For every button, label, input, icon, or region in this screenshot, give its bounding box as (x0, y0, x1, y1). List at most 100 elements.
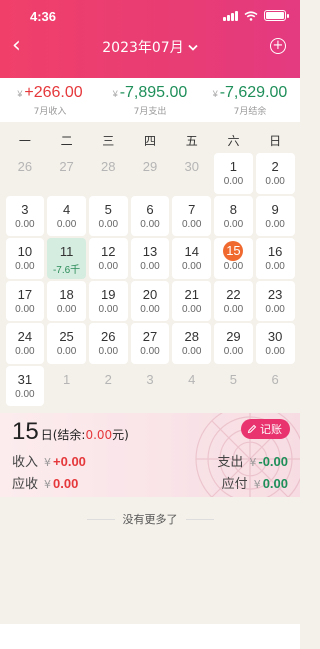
calendar-day[interactable]: 12 0.00 (88, 238, 128, 279)
day-number: 3 (21, 201, 29, 217)
day-number: 28 (101, 159, 116, 174)
calendar-day[interactable]: 18 0.00 (47, 280, 86, 321)
calendar-day[interactable]: 2 (89, 366, 128, 407)
month-selector[interactable]: 2023年07月 (102, 37, 198, 57)
calendar-day[interactable]: 6 (256, 366, 295, 407)
calendar-day[interactable]: 31 0.00 (5, 365, 45, 406)
day-number: 19 (101, 286, 116, 302)
day-number: 30 (267, 329, 283, 344)
receivable-value: 0.00 (53, 475, 79, 491)
calendar-day[interactable]: 19 0.00 (88, 280, 128, 321)
day-number: 17 (17, 286, 33, 302)
detail-day: 15 (12, 418, 39, 445)
calendar-day[interactable]: 8 0.00 (214, 195, 253, 236)
calendar-day[interactable]: 5 (214, 366, 253, 407)
bottom-bar (0, 624, 300, 649)
day-amount: 0.00 (15, 261, 35, 272)
calendar-day[interactable]: 27 (47, 153, 86, 194)
day-number: 6 (146, 201, 154, 217)
month-summary: ¥ +266.00 7月收入 ¥ -7,895.00 7月支出 ¥ -7,629.00… (0, 78, 300, 122)
day-number: 29 (226, 329, 241, 344)
currency-symbol: ¥ (17, 88, 23, 99)
calendar-day[interactable]: 23 0.00 (255, 280, 295, 321)
calendar-day[interactable]: 15 0.00 (214, 238, 253, 279)
day-amount: 0.00 (140, 346, 160, 357)
battery-icon (264, 10, 289, 21)
day-number: 6 (271, 371, 279, 387)
chevron-down-icon (188, 44, 198, 51)
calendar-day[interactable]: 25 0.00 (47, 323, 86, 364)
day-number: 15 (223, 241, 244, 261)
record-button[interactable]: 记账 (241, 419, 290, 439)
income-value: +0.00 (53, 453, 86, 469)
day-amount: 0.00 (265, 303, 285, 315)
calendar-day[interactable]: 29 (131, 153, 170, 194)
calendar-day[interactable]: 4 (172, 366, 211, 407)
calendar-day[interactable]: 1 (47, 366, 86, 407)
calendar-day[interactable]: 1 0.00 (214, 153, 253, 194)
calendar-day[interactable]: 7 0.00 (172, 195, 212, 236)
day-amount: 0.00 (98, 303, 119, 315)
calendar-day[interactable]: 11 -7.6千 (47, 238, 86, 279)
day-number: 7 (188, 201, 196, 217)
day-number: 20 (142, 286, 158, 302)
calendar-day[interactable]: 20 0.00 (130, 280, 170, 321)
summary-income: ¥ +266.00 7月收入 (0, 84, 100, 117)
calendar-day[interactable]: 3 0.00 (5, 195, 45, 236)
day-amount: -7.6千 (52, 265, 81, 276)
income-row: 收入 ¥ +0.00 (12, 453, 86, 470)
day-amount: 0.00 (56, 303, 77, 315)
day-amount: 0.00 (223, 346, 244, 357)
wifi-icon (244, 10, 258, 21)
signal-icon (223, 10, 238, 21)
back-icon[interactable]: ‹ (12, 34, 21, 58)
calendar-day[interactable]: 14 0.00 (172, 238, 212, 279)
calendar-day[interactable]: 30 0.00 (255, 323, 295, 364)
calendar-day[interactable]: 26 (6, 153, 45, 194)
calendar-day[interactable]: 29 0.00 (214, 323, 253, 364)
day-amount: 0.00 (15, 303, 35, 315)
calendar-day[interactable]: 4 0.00 (47, 195, 86, 236)
status-icons (223, 10, 289, 21)
day-number: 3 (146, 371, 154, 387)
calendar-day[interactable]: 26 0.00 (88, 323, 128, 364)
calendar-day[interactable]: 28 0.00 (172, 323, 212, 364)
calendar-day[interactable]: 30 (172, 153, 211, 194)
calendar-grid: 26 27 28 29 30 1 0.00 2 0.00 3 0.00 4 0.00 5 0.00 6 0.00… (0, 152, 300, 407)
day-amount: 0.00 (15, 388, 35, 400)
header: 4:36 ‹ 2023年07月 + (0, 0, 300, 78)
calendar-day[interactable]: 27 0.00 (130, 323, 170, 364)
summary-balance: ¥ -7,629.00 7月结余 (200, 84, 300, 117)
add-icon[interactable]: + (270, 38, 286, 54)
calendar-day[interactable]: 5 0.00 (88, 195, 128, 236)
day-amount: 0.00 (15, 346, 35, 357)
calendar-day[interactable]: 10 0.00 (5, 238, 45, 279)
nav-bar: ‹ 2023年07月 + (0, 32, 300, 62)
income-total: +266.00 (24, 83, 83, 101)
weekday-label: 三 (102, 133, 115, 148)
day-amount: 0.00 (140, 218, 160, 230)
day-amount: 0.00 (56, 346, 77, 357)
day-number: 25 (59, 329, 74, 344)
calendar-day[interactable]: 28 (89, 153, 128, 194)
calendar-day[interactable]: 2 0.00 (255, 153, 295, 194)
status-time: 4:36 (30, 9, 57, 24)
calendar-day[interactable]: 21 0.00 (172, 280, 212, 321)
calendar-day[interactable]: 6 0.00 (130, 195, 170, 236)
calendar-day[interactable]: 17 0.00 (5, 280, 45, 321)
day-number: 1 (62, 371, 71, 387)
calendar-day[interactable]: 9 0.00 (255, 195, 295, 236)
calendar-day[interactable]: 16 0.00 (255, 238, 295, 279)
calendar-day[interactable]: 13 0.00 (130, 238, 170, 279)
weekday-label: 二 (60, 133, 73, 148)
calendar-day[interactable]: 22 0.00 (214, 280, 253, 321)
calendar-day[interactable]: 24 0.00 (5, 323, 45, 364)
day-number: 31 (17, 371, 33, 387)
calendar-day[interactable]: 3 (131, 366, 170, 407)
weekday-label: 六 (227, 133, 240, 148)
day-amount: 0.00 (181, 303, 202, 315)
day-number: 24 (17, 329, 33, 344)
day-amount: 0.00 (56, 218, 77, 230)
day-number: 22 (226, 286, 241, 302)
record-label: 记账 (260, 423, 282, 436)
